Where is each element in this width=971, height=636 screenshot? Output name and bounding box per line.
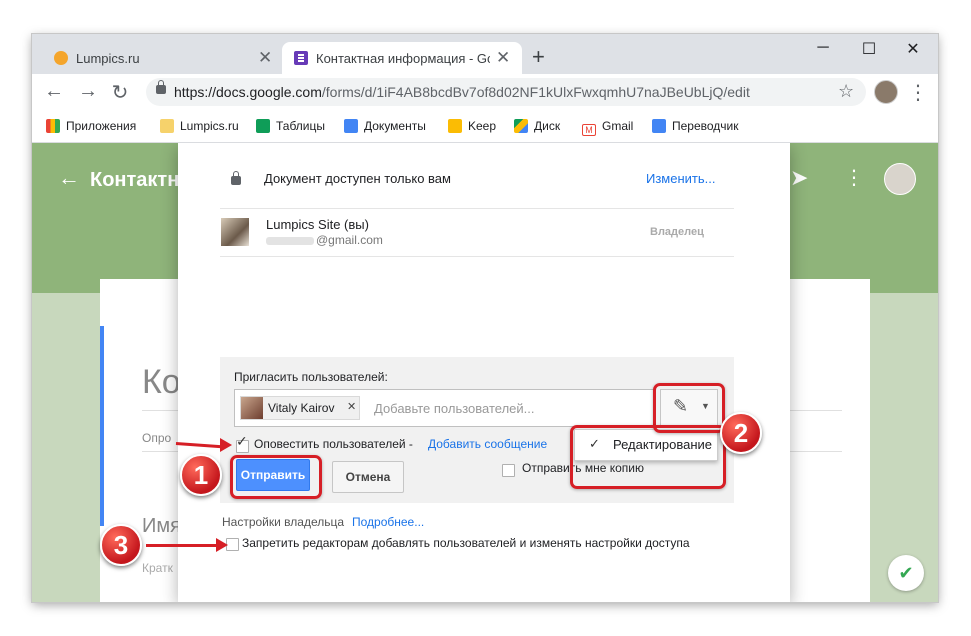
form-title[interactable]: Ко xyxy=(142,363,181,402)
prevent-editors-label: Запретить редакторам добавлять пользоват… xyxy=(242,536,690,550)
account-avatar[interactable] xyxy=(884,163,916,195)
bookmark-star-icon[interactable]: ☆ xyxy=(838,81,854,102)
bookmark-gmail[interactable]: M Gmail xyxy=(582,119,633,136)
step-badge-2: 2 xyxy=(720,412,762,454)
bookmark-label: Диск xyxy=(534,119,561,133)
highlight-send-button xyxy=(230,455,322,499)
tab-close-icon[interactable]: ✕ xyxy=(258,48,272,68)
folder-icon xyxy=(160,119,174,133)
step-badge-3: 3 xyxy=(100,524,142,566)
arrow-head-notify xyxy=(220,438,232,452)
owner-email: @gmail.com xyxy=(316,233,383,247)
browser-window: Lumpics.ru ✕ Контактная информация - Goo… xyxy=(32,34,938,602)
gmail-icon: M xyxy=(582,124,596,136)
reload-icon[interactable]: ↻ xyxy=(108,80,132,105)
access-status-text: Документ доступен только вам xyxy=(264,171,451,186)
url-text[interactable]: https://docs.google.com/forms/d/1iF4AB8b… xyxy=(174,84,750,100)
private-lock-icon xyxy=(231,171,241,185)
owner-role: Владелец xyxy=(650,226,704,238)
tab-forms[interactable]: Контактная информация - Goog ✕ xyxy=(282,42,522,74)
sheets-icon xyxy=(256,119,270,133)
translate-icon xyxy=(652,119,666,133)
form-description[interactable]: Опро xyxy=(142,431,171,445)
bookmark-drive[interactable]: Диск xyxy=(514,119,560,133)
bookmark-sheets[interactable]: Таблицы xyxy=(256,119,325,133)
menu-dots-icon[interactable]: ⋮ xyxy=(906,80,930,105)
learn-more-link[interactable]: Подробнее... xyxy=(352,515,424,529)
tab-lumpics[interactable]: Lumpics.ru ✕ xyxy=(42,42,282,74)
send-icon[interactable]: ➤ xyxy=(790,165,808,191)
cancel-button[interactable]: Отмена xyxy=(332,461,404,493)
close-window-icon[interactable]: ✕ xyxy=(898,39,928,59)
bookmark-label: Приложения xyxy=(66,119,137,133)
bookmark-label: Keep xyxy=(468,119,497,133)
profile-avatar-icon[interactable] xyxy=(874,80,898,104)
bookmark-lumpics[interactable]: Lumpics.ru xyxy=(160,119,239,133)
tab-strip: Lumpics.ru ✕ Контактная информация - Goo… xyxy=(32,34,938,74)
user-chip[interactable]: Vitaly Kairov ✕ xyxy=(240,396,360,420)
chip-remove-icon[interactable]: ✕ xyxy=(347,400,356,413)
header-back-arrow-icon[interactable]: ← xyxy=(58,165,80,191)
lock-icon xyxy=(156,80,166,94)
tab-title: Lumpics.ru xyxy=(76,51,140,66)
owner-email-blurred xyxy=(266,237,314,245)
forward-arrow-icon[interactable]: → xyxy=(76,80,100,103)
keep-icon xyxy=(448,119,462,133)
notify-label: Оповестить пользователей - xyxy=(254,437,413,451)
url-host: https://docs.google.com xyxy=(174,84,322,100)
form-card-accent xyxy=(100,326,104,526)
shield-check-icon[interactable]: ✔ xyxy=(888,555,924,591)
change-access-link[interactable]: Изменить... xyxy=(646,171,715,186)
bookmark-label: Lumpics.ru xyxy=(180,119,239,133)
form-header-title: Контактн xyxy=(90,169,180,191)
bookmarks-bar: Приложения Lumpics.ru Таблицы Документы … xyxy=(32,110,938,143)
back-arrow-icon[interactable]: ← xyxy=(42,80,66,103)
docs-icon xyxy=(344,119,358,133)
bookmark-translate[interactable]: Переводчик xyxy=(652,119,739,133)
arrow-to-prevent xyxy=(146,544,218,547)
browser-toolbar: ← → ↻ https://docs.google.com/forms/d/1i… xyxy=(32,74,938,110)
sharing-dialog: Документ доступен только вам Изменить...… xyxy=(178,143,790,602)
highlight-edit-option xyxy=(570,425,726,489)
more-vert-icon[interactable]: ⋮ xyxy=(844,165,864,190)
chip-name: Vitaly Kairov xyxy=(268,401,335,415)
tab-title: Контактная информация - Goog xyxy=(316,51,490,66)
forms-page: ← Контактн ➤ ⋮ Ко Опро Имя Кратк ✔ Докум… xyxy=(32,143,938,602)
tab-close-icon[interactable]: ✕ xyxy=(496,48,510,68)
maximize-icon[interactable]: ☐ xyxy=(854,39,884,59)
arrow-head-prevent xyxy=(216,538,228,552)
bookmark-label: Документы xyxy=(364,119,426,133)
bookmark-label: Переводчик xyxy=(672,119,739,133)
owner-name: Lumpics Site (вы) xyxy=(266,217,369,232)
address-bar[interactable]: https://docs.google.com/forms/d/1iF4AB8b… xyxy=(146,78,866,106)
bookmark-keep[interactable]: Keep xyxy=(448,119,496,133)
new-tab-plus-icon[interactable]: + xyxy=(532,44,545,70)
bookmark-docs[interactable]: Документы xyxy=(344,119,426,133)
notify-check-icon: ✓ xyxy=(236,433,248,449)
step-badge-1: 1 xyxy=(180,454,222,496)
chip-avatar xyxy=(241,397,263,419)
bookmark-label: Gmail xyxy=(602,119,634,133)
invite-label: Пригласить пользователей: xyxy=(234,370,388,384)
question-hint: Кратк xyxy=(142,561,173,575)
url-path: /forms/d/1iF4AB8bcdBv7of8d02NF1kUlxFwxqm… xyxy=(321,84,750,100)
drive-icon xyxy=(514,119,528,133)
send-copy-checkbox[interactable] xyxy=(502,464,515,477)
minimize-icon[interactable]: ─ xyxy=(808,39,838,57)
apps-grid-icon xyxy=(46,119,60,133)
forms-favicon-icon xyxy=(294,51,308,65)
bookmark-label: Таблицы xyxy=(276,119,326,133)
owner-settings-label: Настройки владельца xyxy=(222,515,345,529)
lumpics-favicon-icon xyxy=(54,51,68,65)
add-message-link[interactable]: Добавить сообщение xyxy=(428,437,547,451)
bookmark-apps[interactable]: Приложения xyxy=(46,119,136,133)
owner-avatar xyxy=(221,218,249,246)
add-users-placeholder[interactable]: Добавьте пользователей... xyxy=(374,401,534,416)
question-title[interactable]: Имя xyxy=(142,515,181,538)
